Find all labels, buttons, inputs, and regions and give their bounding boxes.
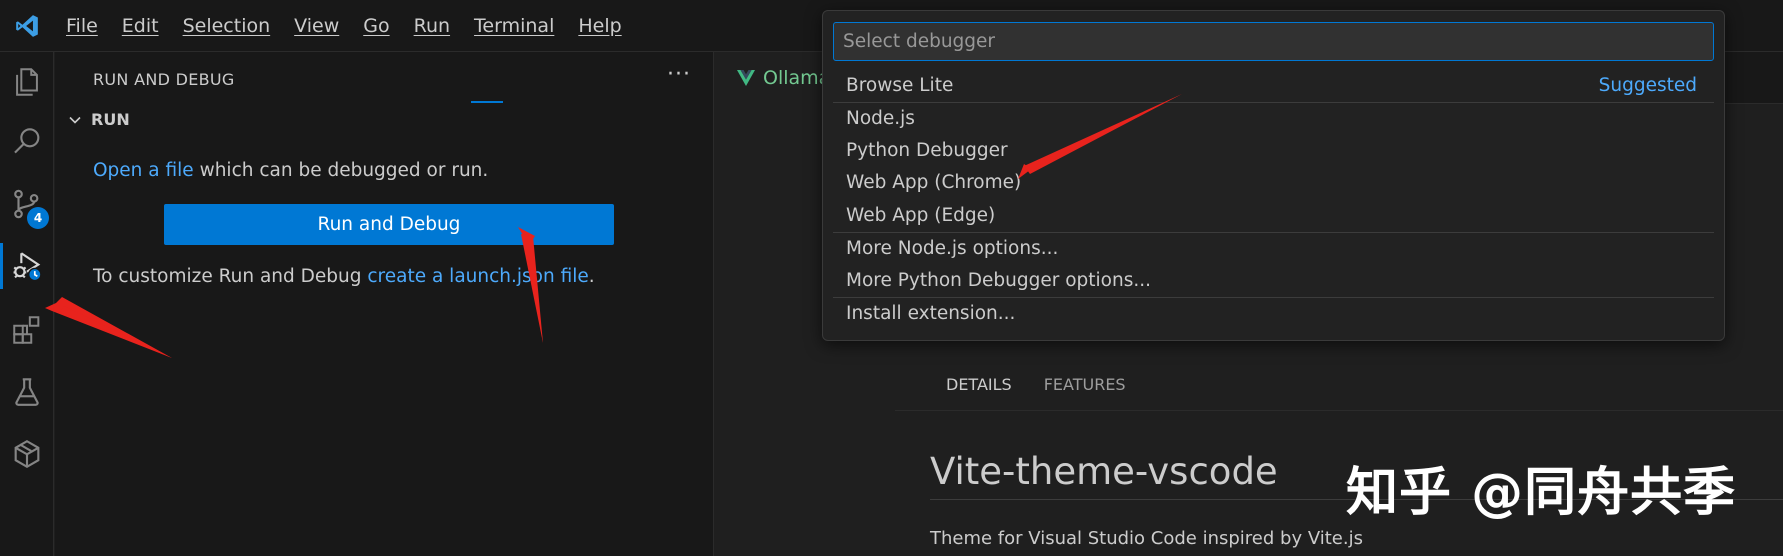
menu-terminal[interactable]: Terminal <box>462 0 566 52</box>
extension-detail-tabs: DETAILS FEATURES <box>930 367 1142 411</box>
debugger-option-browse-lite[interactable]: Browse Lite Suggested <box>833 69 1714 102</box>
more-actions-icon[interactable]: ··· <box>667 62 691 87</box>
menu-view[interactable]: View <box>282 0 351 52</box>
run-section-header[interactable]: RUN <box>67 110 130 129</box>
vscode-logo-icon <box>0 0 54 52</box>
editor-tab-label: Ollama <box>763 67 831 89</box>
source-control-icon[interactable]: 4 <box>0 174 54 234</box>
tabs-divider <box>895 410 1783 411</box>
run-and-debug-button[interactable]: Run and Debug <box>164 204 614 245</box>
customize-prefix: To customize Run and Debug <box>93 266 368 287</box>
customize-message: To customize Run and Debug create a laun… <box>93 266 595 287</box>
source-control-badge: 4 <box>27 207 49 229</box>
sidebar-title: RUN AND DEBUG <box>93 70 235 89</box>
run-section-label: RUN <box>91 110 130 129</box>
activity-bar: 4 <box>0 52 54 556</box>
extension-description: Theme for Visual Studio Code inspired by… <box>930 528 1363 549</box>
menu-run[interactable]: Run <box>402 0 462 52</box>
extension-readme-title: Vite-theme-vscode <box>930 450 1278 493</box>
debugger-list: Browse Lite Suggested Node.js Python Deb… <box>833 69 1714 329</box>
extensions-icon[interactable] <box>0 300 54 360</box>
tab-details[interactable]: DETAILS <box>930 367 1028 411</box>
testing-icon[interactable] <box>0 362 54 422</box>
debugger-option-nodejs[interactable]: Node.js <box>833 101 1714 135</box>
select-debugger-input[interactable] <box>833 22 1714 61</box>
search-icon[interactable] <box>0 112 54 172</box>
open-file-link[interactable]: Open a file <box>93 160 194 181</box>
debugger-option-label: Python Debugger <box>846 139 1008 161</box>
debugger-option-label: More Python Debugger options... <box>846 269 1151 291</box>
menu-help[interactable]: Help <box>566 0 633 52</box>
suggested-hint: Suggested <box>1598 74 1697 96</box>
menu-bar: File Edit Selection View Go Run Terminal… <box>54 0 634 52</box>
debugger-option-python[interactable]: Python Debugger <box>833 134 1714 167</box>
menu-file[interactable]: File <box>54 0 110 52</box>
debugger-option-more-python[interactable]: More Python Debugger options... <box>833 264 1714 297</box>
menu-go[interactable]: Go <box>351 0 401 52</box>
vue-logo-icon <box>737 70 755 86</box>
customize-suffix: . <box>588 266 595 287</box>
debugger-option-label: Install extension... <box>846 302 1016 324</box>
menu-edit[interactable]: Edit <box>110 0 171 52</box>
debugger-option-label: More Node.js options... <box>846 237 1059 259</box>
open-file-message: Open a file which can be debugged or run… <box>93 160 488 181</box>
debugger-option-label: Web App (Chrome) <box>846 172 1022 194</box>
chevron-down-icon <box>69 116 81 124</box>
create-launch-json-link[interactable]: create a launch.json file <box>367 266 588 287</box>
tab-features[interactable]: FEATURES <box>1028 367 1142 411</box>
explorer-icon[interactable] <box>0 52 54 112</box>
debugger-option-label: Browse Lite <box>846 74 954 96</box>
watermark: 知乎 @同舟共季 <box>1346 463 1737 523</box>
menu-selection[interactable]: Selection <box>171 0 283 52</box>
run-debug-icon[interactable] <box>0 236 54 296</box>
view-progress-line <box>471 101 503 103</box>
debugger-option-install-extension[interactable]: Install extension... <box>833 296 1714 330</box>
select-debugger-quick-pick: Browse Lite Suggested Node.js Python Deb… <box>822 10 1725 341</box>
run-debug-sidebar: RUN AND DEBUG ··· RUN Open a file which … <box>55 52 714 556</box>
debugger-option-more-nodejs[interactable]: More Node.js options... <box>833 231 1714 265</box>
ai-extension-icon[interactable] <box>0 424 54 484</box>
debugger-option-label: Node.js <box>846 107 915 129</box>
debugger-option-label: Web App (Edge) <box>846 204 996 226</box>
debugger-option-web-app-chrome[interactable]: Web App (Chrome) <box>833 167 1714 200</box>
open-file-rest: which can be debugged or run. <box>193 160 489 181</box>
debugger-option-web-app-edge[interactable]: Web App (Edge) <box>833 199 1714 232</box>
